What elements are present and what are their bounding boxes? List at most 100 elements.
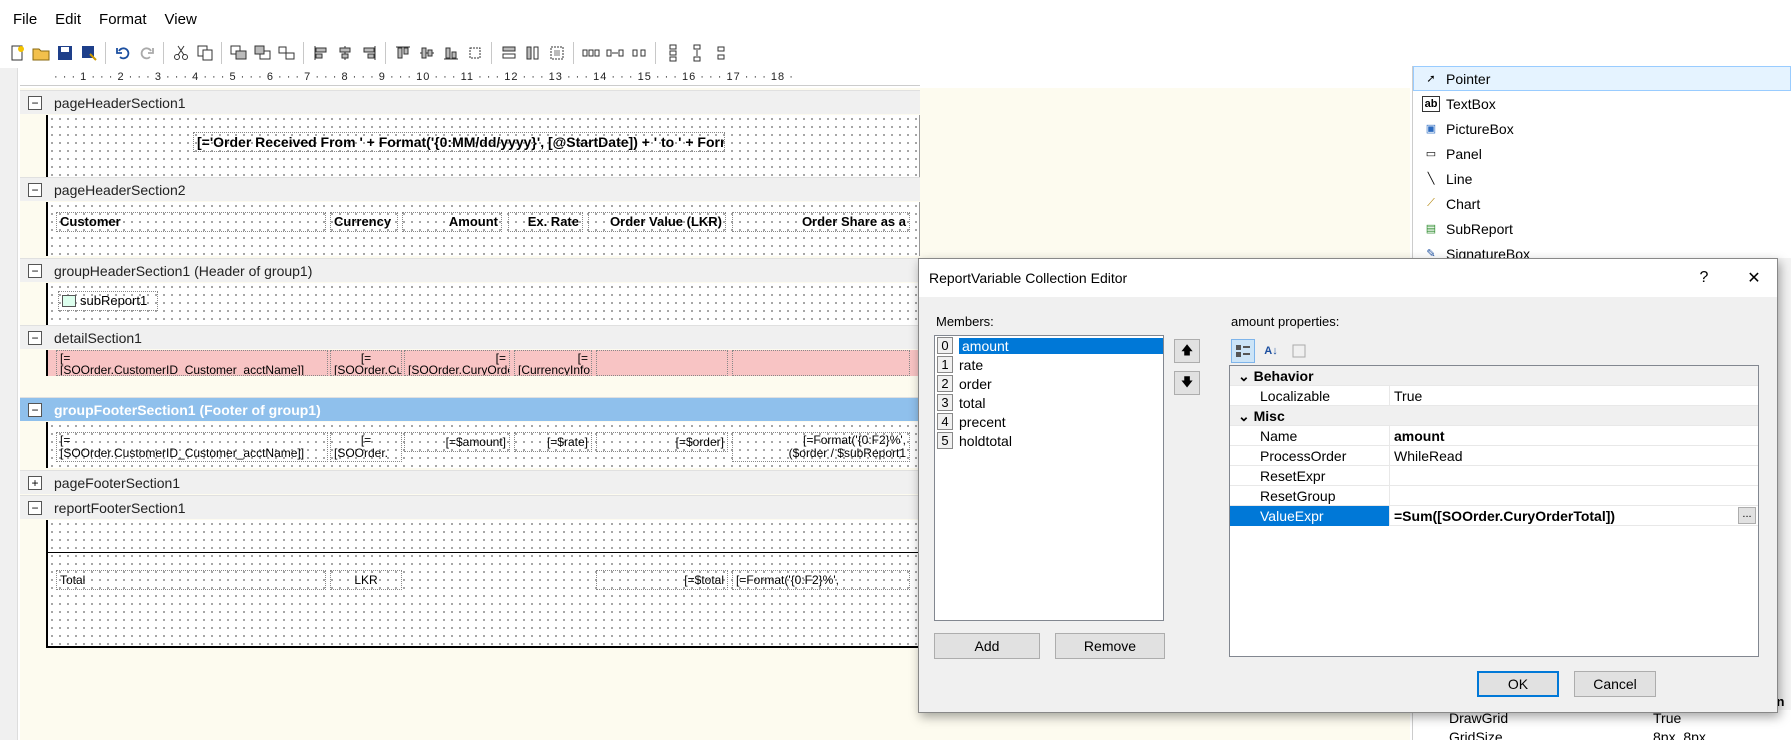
toolbox-item-pointer[interactable]: ➚ Pointer [1413,66,1791,91]
section-header-groupfooter1[interactable]: − groupFooterSection1 (Footer of group1) [20,397,920,421]
dialog-titlebar[interactable]: ReportVariable Collection Editor [919,259,1777,297]
prop-row-valueexpr[interactable]: ValueExpr =Sum([SOOrder.CuryOrderTotal]).… [1230,505,1758,526]
footer-customer-field[interactable]: [= [SOOrder.CustomerID_Customer_acctName]… [56,432,328,462]
header-exrate[interactable]: Ex. Rate [508,212,583,232]
section-body-detail1[interactable]: [= [SOOrder.CustomerID_Customer_acctName]… [46,350,920,376]
report-title-field[interactable]: [='Order Received From ' + Format('{0:MM… [193,132,725,152]
save-as-icon[interactable] [78,43,99,64]
prop-row-resetgroup[interactable]: ResetGroup [1230,485,1758,506]
menu-file[interactable]: File [4,11,46,28]
header-order-share[interactable]: Order Share as a [732,212,910,232]
detail-rate-field[interactable]: [= [CurrencyInfo. [514,350,592,376]
expand-toggle[interactable]: + [28,475,42,490]
ok-button[interactable]: OK [1477,671,1559,697]
align-middle-icon[interactable] [416,43,437,64]
property-grid[interactable]: ⌄ Behavior Localizable True ⌄ Misc Name am… [1229,365,1759,657]
h-space-inc-icon[interactable] [604,43,625,64]
undo-icon[interactable] [112,43,133,64]
total-share-field[interactable]: [=Format('{0:F2}%', [732,570,910,590]
footer-share-field[interactable]: [=Format('{0:F2}%', ($order / $subReport1 [732,432,910,462]
footer-currency-field[interactable]: [= [SOOrder. [330,432,402,462]
align-right-icon[interactable] [358,43,379,64]
subreport-field[interactable]: subReport1 [58,291,158,311]
collapse-toggle[interactable]: − [28,263,42,278]
list-item[interactable]: 2 order [935,374,1163,393]
prop-row-processorder[interactable]: ProcessOrder WhileRead [1230,445,1758,466]
section-header-reportfooter1[interactable]: − reportFooterSection1 [20,495,920,519]
section-header-pagefooter1[interactable]: + pageFooterSection1 [20,470,920,494]
group-icon[interactable] [276,43,297,64]
same-size-icon[interactable] [546,43,567,64]
total-value-field[interactable]: [=$total [596,570,728,590]
bring-front-icon[interactable] [228,43,249,64]
collapse-toggle[interactable]: − [28,95,42,110]
header-amount[interactable]: Amount [402,212,502,232]
send-back-icon[interactable] [252,43,273,64]
add-button[interactable]: Add [934,633,1040,659]
header-customer[interactable]: Customer [56,212,326,232]
prop-row-resetexpr[interactable]: ResetExpr [1230,465,1758,486]
list-item[interactable]: 3 total [935,393,1163,412]
prop-row-localizable[interactable]: Localizable True [1230,385,1758,406]
section-body-groupfooter1[interactable]: [= [SOOrder.CustomerID_Customer_acctName]… [46,422,920,468]
redo-icon[interactable] [136,43,157,64]
help-button[interactable]: ? [1681,259,1727,297]
same-width-icon[interactable] [498,43,519,64]
ellipsis-button[interactable]: ... [1738,507,1756,524]
toolbox-item-chart[interactable]: ⟋ Chart [1413,191,1791,216]
close-button[interactable]: ✕ [1731,259,1777,297]
detail-share-field[interactable] [732,350,910,376]
detail-currency-field[interactable]: [= [SOOrder.Cu [330,350,402,376]
section-body-pageheader2[interactable]: Customer Currency Amount Ex. Rate Order … [46,202,920,256]
categorized-icon[interactable] [1231,339,1255,363]
footer-order-field[interactable]: [=$order] [596,432,728,452]
collapse-toggle[interactable]: − [28,500,42,515]
v-space-equal-icon[interactable] [662,43,683,64]
section-body-groupheader1[interactable]: subReport1 [46,283,920,325]
footer-amount-field[interactable]: [=$amount] [404,432,510,452]
divider-line[interactable] [48,552,920,553]
open-folder-icon[interactable] [30,43,51,64]
v-space-dec-icon[interactable] [710,43,731,64]
sort-az-icon[interactable]: A↓ [1259,339,1283,363]
collapse-toggle[interactable]: − [28,402,42,417]
list-item[interactable]: 1 rate [935,355,1163,374]
toolbox-item-subreport[interactable]: ▤ SubReport [1413,216,1791,241]
align-bottom-icon[interactable] [440,43,461,64]
toolbox-item-picturebox[interactable]: ▣ PictureBox [1413,116,1791,141]
h-space-equal-icon[interactable] [580,43,601,64]
members-list[interactable]: 0 amount 1 rate 2 order 3 total 4 precent 5 ho… [934,335,1164,621]
total-label[interactable]: Total [56,570,326,590]
section-header-pageheader1[interactable]: − pageHeaderSection1 [20,90,920,114]
save-icon[interactable] [54,43,75,64]
align-center-icon[interactable] [334,43,355,64]
remove-button[interactable]: Remove [1055,633,1165,659]
toolbox-item-line[interactable]: ╲ Line [1413,166,1791,191]
header-order-value[interactable]: Order Value (LKR) [588,212,726,232]
menu-edit[interactable]: Edit [46,11,90,28]
valueexpr-input[interactable]: =Sum([SOOrder.CuryOrderTotal]) [1390,506,1758,526]
prop-row-gridsize[interactable]: GridSize 8px, 8px [1413,730,1791,740]
cut-icon[interactable] [170,43,191,64]
collapse-toggle[interactable]: − [28,330,42,345]
same-height-icon[interactable] [522,43,543,64]
collapse-toggle[interactable]: − [28,182,42,197]
header-currency[interactable]: Currency [330,212,398,232]
section-header-groupheader1[interactable]: − groupHeaderSection1 (Header of group1) [20,258,920,282]
align-grid-icon[interactable] [464,43,485,64]
list-item[interactable]: 4 precent [935,412,1163,431]
category-misc[interactable]: ⌄ Misc [1230,406,1758,426]
v-space-inc-icon[interactable] [686,43,707,64]
new-report-icon[interactable] [6,43,27,64]
detail-ordervalue-field[interactable] [596,350,728,376]
align-left-icon[interactable] [310,43,331,64]
list-item[interactable]: 5 holdtotal [935,431,1163,450]
move-up-button[interactable]: 🡅 [1174,339,1200,363]
menu-view[interactable]: View [156,11,206,28]
section-body-reportfooter1[interactable]: Total LKR [=$total [=Format('{0:F2}%', [46,520,920,648]
lkr-label[interactable]: LKR [330,570,402,590]
section-header-pageheader2[interactable]: − pageHeaderSection2 [20,177,920,201]
move-down-button[interactable]: 🡇 [1174,371,1200,395]
menu-format[interactable]: Format [90,11,156,28]
toolbox-item-panel[interactable]: ▭ Panel [1413,141,1791,166]
